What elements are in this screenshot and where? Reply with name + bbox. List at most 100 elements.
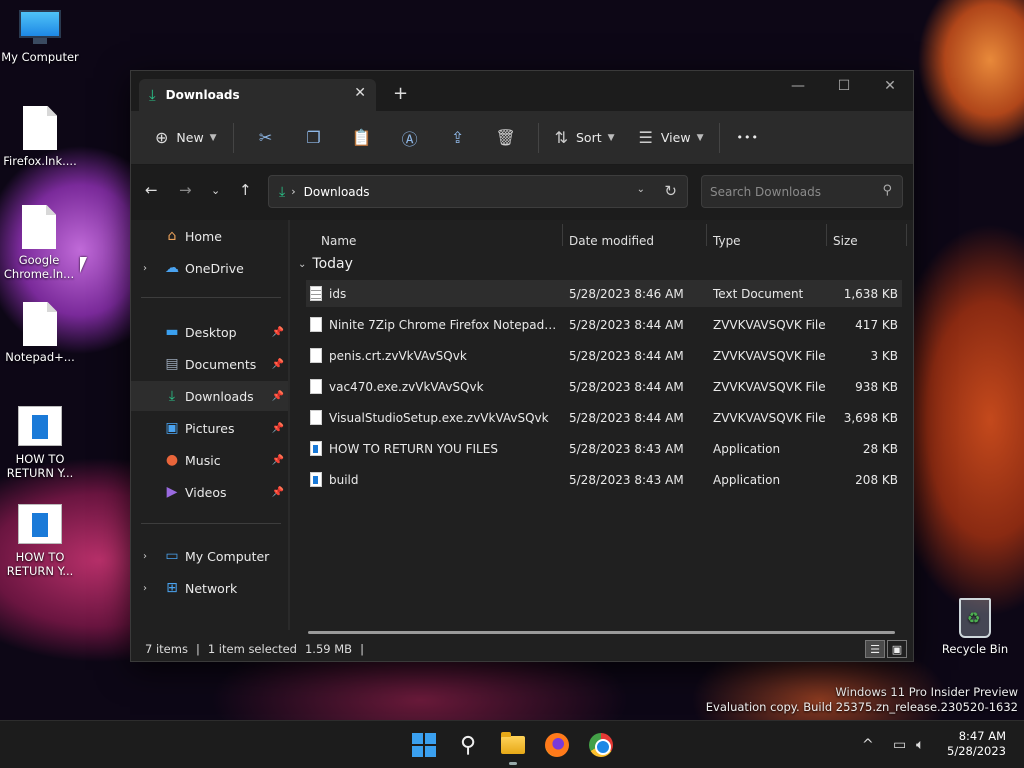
close-tab-icon[interactable]: ✕ [354,85,366,101]
file-date: 5/28/2023 8:44 AM [569,410,684,425]
search-box[interactable]: ⚲ [701,175,903,208]
running-indicator [509,762,517,765]
watermark-line: Evaluation copy. Build 25375.zn_release.… [705,700,1018,714]
back-arrow-icon[interactable]: ← [145,181,158,199]
clock-date: 5/28/2023 [947,744,1006,758]
breadcrumb-downloads[interactable]: Downloads [304,185,370,199]
download-icon: ⤓ [149,86,156,104]
file-name: ids [329,286,347,301]
window-controls: — ☐ ✕ [775,71,913,101]
more-options-button[interactable]: ••• [728,122,766,154]
file-row[interactable]: HOW TO RETURN YOU FILES 5/28/2023 8:43 A… [306,435,902,462]
show-hidden-icons-chevron-icon[interactable]: ^ [862,737,874,753]
volume-icon[interactable]: 🔈︎ [916,737,924,753]
column-header-name[interactable]: Name [321,234,356,248]
status-separator: | [360,642,364,656]
column-header-size[interactable]: Size [833,234,858,248]
column-header-type[interactable]: Type [713,234,741,248]
file-row[interactable]: Ninite 7Zip Chrome Firefox Notepad Inst.… [306,311,902,338]
chevron-down-icon: ▼ [607,132,615,143]
new-button[interactable]: ⊕ New ▼ [147,122,225,154]
desktop-icon-firefox-shortcut[interactable]: Firefox.lnk.... [0,106,80,168]
sidebar-item-label: OneDrive [185,260,244,276]
horizontal-scrollbar[interactable] [308,631,895,634]
column-header-date-modified[interactable]: Date modified [569,234,654,248]
file-icon [23,106,57,150]
sidebar-item-onedrive[interactable]: › ☁ OneDrive [131,253,288,283]
sidebar-item-music[interactable]: ● Music 📌 [131,445,288,475]
sort-button[interactable]: ⇅ Sort ▼ [547,122,623,154]
maximize-icon[interactable]: ☐ [821,71,867,101]
new-tab-button[interactable]: + [393,83,408,104]
sidebar-item-my-computer[interactable]: › ▭ My Computer [131,541,288,571]
file-date: 5/28/2023 8:44 AM [569,379,684,394]
system-clock[interactable]: 8:47 AM 5/28/2023 [947,729,1006,759]
refresh-icon[interactable]: ↻ [664,182,677,200]
desktop-icon-notepad-shortcut[interactable]: Notepad+... [0,302,80,364]
minimize-icon[interactable]: — [775,71,821,101]
desktop-icon-label: HOW TO RETURN Y... [6,550,74,578]
application-icon [18,504,62,544]
column-divider[interactable] [826,224,827,246]
file-row[interactable]: VisualStudioSetup.exe.zvVkVAvSQvk 5/28/2… [306,404,902,431]
expand-chevron-icon[interactable]: › [143,583,147,594]
sidebar-item-downloads[interactable]: ⤓ Downloads 📌 [131,381,288,411]
file-row[interactable]: penis.crt.zvVkVAvSQvk 5/28/2023 8:44 AM … [306,342,902,369]
desktop-icon-chrome-shortcut[interactable]: Google Chrome.ln... [0,205,78,281]
file-size: 28 KB [862,441,898,456]
file-date: 5/28/2023 8:46 AM [569,286,684,301]
cut-icon[interactable]: ✂ [242,122,290,154]
taskbar-file-explorer[interactable] [499,731,527,759]
taskbar-search-icon[interactable]: ⚲ [454,731,482,759]
desktop-icon-recycle-bin[interactable]: ♻ Recycle Bin [940,598,1010,656]
up-arrow-icon[interactable]: ↑ [239,181,252,199]
desktop-icon-how-to-return-1[interactable]: HOW TO RETURN Y... [0,404,80,480]
download-icon: ⤓ [279,183,286,200]
group-header-today[interactable]: ⌄ Today [298,256,353,272]
file-row[interactable]: vac470.exe.zvVkVAvSQvk 5/28/2023 8:44 AM… [306,373,902,400]
address-bar[interactable]: ⤓ › Downloads ⌄ ↻ [268,175,688,208]
rename-icon[interactable]: Ⓐ [386,122,434,154]
application-icon [310,441,322,456]
forward-arrow-icon[interactable]: → [179,181,192,199]
details-view-icon[interactable]: ☰ [865,640,885,658]
file-row[interactable]: build 5/28/2023 8:43 AM Application 208 … [306,466,902,493]
network-tray-icon[interactable]: ▭ [893,737,906,753]
sidebar-item-pictures[interactable]: ▣ Pictures 📌 [131,413,288,443]
start-button[interactable] [410,731,438,759]
sidebar-item-label: Documents [185,356,257,372]
file-name: penis.crt.zvVkVAvSQvk [329,348,467,363]
pin-icon: 📌 [271,390,284,402]
view-button[interactable]: ☰ View ▼ [631,122,712,154]
sidebar-item-desktop[interactable]: ▬ Desktop 📌 [131,317,288,347]
title-bar: ⤓ Downloads ✕ + — ☐ ✕ [131,71,913,111]
search-input[interactable] [710,184,870,199]
address-dropdown-icon[interactable]: ⌄ [637,184,645,195]
taskbar-firefox[interactable] [543,731,571,759]
expand-chevron-icon[interactable]: › [143,551,147,562]
taskbar-chrome[interactable] [587,731,615,759]
file-row[interactable]: ids 5/28/2023 8:46 AM Text Document 1,63… [306,280,902,307]
tab-downloads[interactable]: ⤓ Downloads ✕ [139,79,376,111]
column-divider[interactable] [562,224,563,246]
sidebar-item-documents[interactable]: ▤ Documents 📌 [131,349,288,379]
tiles-view-icon[interactable]: ▣ [887,640,907,658]
sidebar-item-videos[interactable]: ▶ Videos 📌 [131,477,288,507]
desktop-icon-my-computer[interactable]: My Computer [0,10,80,64]
paste-icon[interactable]: 📋 [338,122,386,154]
sidebar-item-home[interactable]: ⌂ Home [131,221,288,251]
chevron-down-icon: ▼ [696,132,704,143]
sidebar-item-network[interactable]: › ⊞ Network [131,573,288,603]
column-divider[interactable] [706,224,707,246]
delete-icon[interactable]: 🗑 [482,122,530,154]
recent-locations-chevron-icon[interactable]: ⌄ [211,184,220,197]
desktop-icon: ▬ [165,324,179,340]
column-divider[interactable] [906,224,907,246]
file-name: vac470.exe.zvVkVAvSQvk [329,379,484,394]
copy-icon[interactable]: ❐ [290,122,338,154]
desktop-icon-how-to-return-2[interactable]: HOW TO RETURN Y... [0,502,80,578]
close-window-icon[interactable]: ✕ [867,71,913,101]
expand-chevron-icon[interactable]: › [143,263,147,274]
videos-icon: ▶ [166,484,178,500]
share-icon[interactable]: ⇪ [434,122,482,154]
